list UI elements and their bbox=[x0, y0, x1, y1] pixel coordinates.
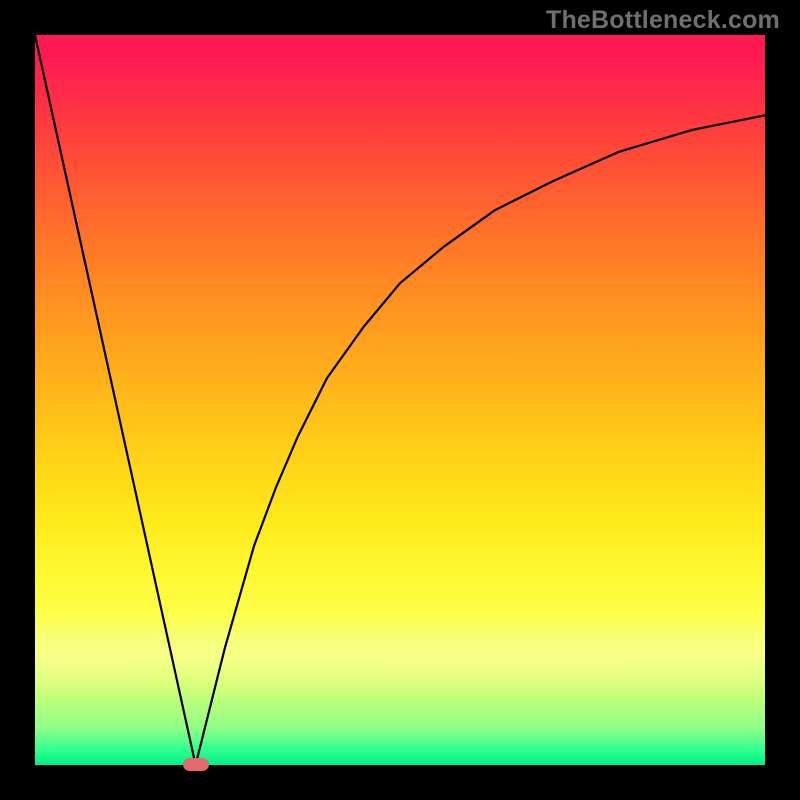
optimum-marker bbox=[183, 758, 209, 771]
curve-path bbox=[35, 35, 765, 765]
bottleneck-curve bbox=[35, 35, 765, 765]
watermark-text: TheBottleneck.com bbox=[546, 6, 780, 35]
plot-area bbox=[35, 35, 765, 765]
outer-frame: TheBottleneck.com bbox=[0, 0, 800, 800]
